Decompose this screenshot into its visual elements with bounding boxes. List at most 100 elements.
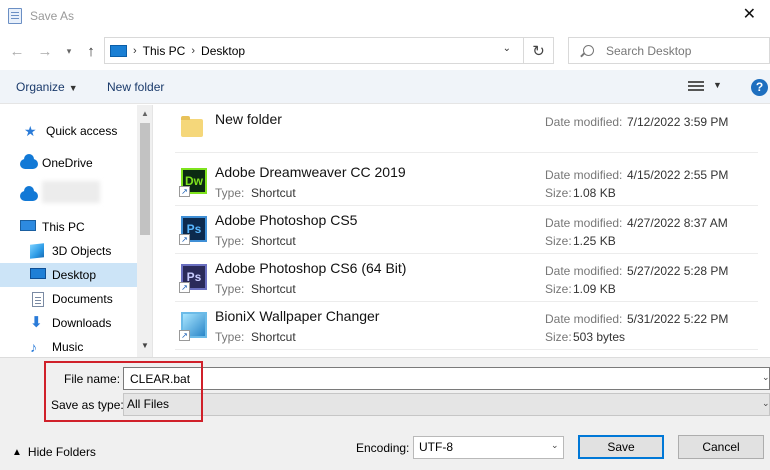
type-value: Shortcut [251, 186, 296, 200]
sidebar-item-music[interactable]: ♪ Music [0, 335, 137, 357]
file-name-label: File name: [64, 372, 121, 386]
list-item-bionix[interactable]: ↗ BioniX Wallpaper Changer Type: Shortcu… [175, 302, 758, 350]
notepad-icon [8, 8, 22, 24]
size-value: 1.25 KB [573, 234, 616, 248]
cancel-button[interactable]: Cancel [678, 435, 764, 459]
scroll-down-icon[interactable]: ▼ [141, 341, 149, 350]
arrow-left-icon[interactable]: ← [8, 41, 26, 61]
sidebar-item-onedrive[interactable]: OneDrive [0, 151, 137, 175]
sidebar-item-this-pc[interactable]: This PC [0, 215, 137, 239]
chevron-down-icon[interactable]: ⌄ [503, 43, 511, 54]
help-icon[interactable]: ? [751, 79, 768, 96]
type-label: Type: [215, 234, 245, 248]
shortcut-arrow-icon: ↗ [179, 330, 190, 341]
size-value: 503 bytes [573, 330, 626, 344]
search-box[interactable]: Search Desktop [568, 37, 770, 64]
hide-folders-label: Hide Folders [27, 445, 96, 459]
date-modified-label: Date modified: [545, 115, 623, 129]
file-name: New folder [215, 111, 282, 127]
sidebar-item-label: Downloads [52, 316, 112, 330]
caret-down-icon: ▼ [68, 83, 78, 93]
chevron-down-icon[interactable]: ⌄ [762, 398, 770, 409]
save-as-type-select[interactable]: All Files [123, 393, 770, 416]
file-list: New folder Date modified: 7/12/2022 3:59… [153, 105, 770, 357]
computer-icon [110, 44, 127, 57]
view-details-icon[interactable] [688, 81, 704, 94]
organize-button[interactable]: Organize ▼ [16, 80, 78, 94]
folder-icon [181, 116, 203, 137]
list-item-dreamweaver[interactable]: Dw ↗ Adobe Dreamweaver CC 2019 Type: Sho… [175, 158, 758, 206]
document-icon [32, 292, 44, 307]
caret-up-icon: ▲ [12, 446, 22, 458]
cloud-icon [20, 154, 38, 169]
encoding-select[interactable]: UTF-8 [413, 436, 564, 459]
file-name: BioniX Wallpaper Changer [215, 308, 380, 324]
sidebar-item-3d-objects[interactable]: 3D Objects [0, 239, 137, 263]
download-icon: ⬇ [30, 314, 43, 331]
scrollbar-thumb[interactable] [140, 123, 150, 235]
sidebar-item-label: 3D Objects [52, 244, 112, 258]
breadcrumb-desktop[interactable]: Desktop [201, 44, 245, 58]
save-button[interactable]: Save [578, 435, 664, 459]
address-bar[interactable]: › This PC › Desktop ⌄ ↻ [104, 37, 554, 64]
cloud-icon [20, 186, 38, 201]
arrow-right-icon[interactable]: → [36, 41, 54, 61]
desktop-icon [30, 268, 46, 279]
window-title: Save As [30, 9, 75, 23]
chevron-right-icon: › [133, 44, 137, 57]
sidebar-item-label: Music [52, 340, 84, 354]
encoding-label: Encoding: [356, 441, 410, 455]
sidebar-item-label: This PC [42, 220, 85, 234]
organize-label: Organize [16, 80, 65, 94]
size-label: Size: [545, 282, 572, 296]
breadcrumb-this-pc[interactable]: This PC [143, 44, 186, 58]
chevron-down-icon[interactable]: ⌄ [551, 440, 559, 451]
date-modified-label: Date modified: [545, 312, 623, 326]
command-bar: Organize ▼ New folder ▼ ? [0, 70, 770, 104]
sidebar-item-documents[interactable]: Documents [0, 287, 137, 311]
sidebar-scrollbar[interactable]: ▲ ▼ [137, 105, 152, 357]
type-value: Shortcut [251, 330, 296, 344]
date-modified-label: Date modified: [545, 216, 623, 230]
file-name: Adobe Photoshop CS6 (64 Bit) [215, 260, 407, 276]
date-modified-label: Date modified: [545, 168, 623, 182]
chevron-down-icon[interactable]: ▾ [60, 41, 78, 61]
search-input[interactable]: Search Desktop [606, 44, 691, 58]
size-value: 1.08 KB [573, 186, 616, 200]
dreamweaver-icon: Dw ↗ [179, 168, 209, 198]
save-options-panel: File name: ⌄ Save as type: All Files ⌄ ▲… [0, 357, 770, 470]
size-label: Size: [545, 186, 572, 200]
sidebar-item-quick-access[interactable]: ★ Quick access [0, 119, 137, 143]
sidebar-item-label: Quick access [46, 124, 118, 138]
arrow-up-icon[interactable]: ↑ [82, 41, 100, 61]
date-modified-value: 7/12/2022 3:59 PM [627, 115, 729, 129]
size-label: Size: [545, 330, 572, 344]
scroll-up-icon[interactable]: ▲ [141, 109, 149, 118]
refresh-icon[interactable]: ↻ [523, 38, 553, 63]
redacted-account-name [42, 181, 100, 203]
photoshop-icon: Ps ↗ [179, 264, 209, 294]
caret-down-icon[interactable]: ▼ [713, 80, 722, 90]
shortcut-arrow-icon: ↗ [179, 186, 190, 197]
search-icon [583, 45, 594, 56]
date-modified-value: 4/27/2022 8:37 AM [627, 216, 728, 230]
sidebar-item-label: Desktop [52, 268, 97, 282]
sidebar-item-desktop[interactable]: Desktop [0, 263, 137, 287]
sidebar-item-label: OneDrive [42, 156, 93, 170]
star-icon: ★ [24, 123, 37, 139]
date-modified-value: 4/15/2022 2:55 PM [627, 168, 729, 182]
size-label: Size: [545, 234, 572, 248]
close-icon[interactable]: ✕ [743, 6, 756, 24]
chevron-down-icon[interactable]: ⌄ [762, 372, 770, 383]
photoshop-icon: Ps ↗ [179, 216, 209, 246]
list-item-new-folder[interactable]: New folder Date modified: 7/12/2022 3:59… [175, 105, 758, 153]
sidebar-item-downloads[interactable]: ⬇ Downloads [0, 311, 137, 335]
hide-folders-toggle[interactable]: ▲ Hide Folders [12, 445, 96, 459]
date-modified-value: 5/31/2022 5:22 PM [627, 312, 729, 326]
file-name: Adobe Dreamweaver CC 2019 [215, 164, 406, 180]
list-item-photoshop-cs5[interactable]: Ps ↗ Adobe Photoshop CS5 Type: Shortcut … [175, 206, 758, 254]
computer-icon [20, 220, 36, 231]
list-item-photoshop-cs6[interactable]: Ps ↗ Adobe Photoshop CS6 (64 Bit) Type: … [175, 254, 758, 302]
new-folder-button[interactable]: New folder [107, 80, 164, 94]
file-name-input[interactable] [123, 367, 770, 390]
